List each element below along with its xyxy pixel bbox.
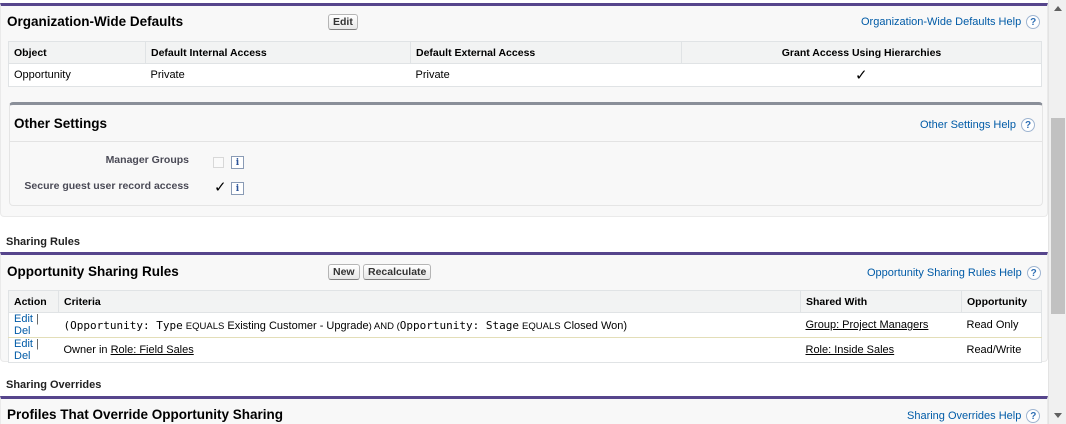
col-grant-access: Grant Access Using Hierarchies [681,41,1042,64]
main-content: Organization-Wide Defaults Edit Organiza… [0,0,1048,424]
cell-criteria: Owner in Role: Field Sales [59,338,801,363]
cell-shared-with: Role: Inside Sales [801,338,962,363]
separator: | [36,313,39,325]
criteria-field: Opportunity: Type [70,318,183,332]
sharing-overrides-section-label: Sharing Overrides [6,379,102,391]
table-header-row: Action Criteria Shared With Opportunity [8,290,1042,313]
org-defaults-title: Organization-Wide Defaults [7,14,184,29]
col-internal-access: Default Internal Access [145,41,411,64]
criteria-field: Opportunity: Stage [399,318,519,332]
org-defaults-edit-button[interactable]: Edit [328,14,358,30]
edit-link[interactable]: Edit [14,313,33,325]
other-settings-title: Other Settings [14,116,108,131]
cell-action: Edit | Del [9,338,59,363]
secure-guest-checkmark-icon: ✓ [214,179,227,196]
criteria-operator: EQUALS [522,320,561,332]
criteria-close-paren: ) [623,319,628,332]
chevron-up-icon [1054,6,1062,11]
cell-object: Opportunity [14,69,71,81]
cell-internal-access: Private [150,69,185,81]
criteria-value: Closed Won [563,319,624,332]
scroll-up-button[interactable] [1049,0,1066,17]
cell-external-access: Private [415,69,450,81]
shared-with-link[interactable]: Group: Project Managers [806,319,929,331]
vertical-scrollbar[interactable] [1048,0,1066,424]
other-settings-block: Other Settings Other Settings Help? Mana… [9,102,1043,206]
org-defaults-table: Object Default Internal Access Default E… [8,41,1042,87]
sharing-rules-section-label: Sharing Rules [6,236,80,248]
col-shared-with: Shared With [800,290,962,313]
cell-criteria: (Opportunity: Type EQUALS Existing Custo… [58,312,801,338]
cell-grant-access: ✓ [682,64,1042,87]
cell-action: Edit | Del [8,312,59,338]
help-icon[interactable]: ? [1021,118,1035,132]
help-icon[interactable]: ? [1026,266,1041,280]
sharing-rules-help-link[interactable]: Opportunity Sharing Rules Help? [867,266,1041,280]
sharing-rules-help-label[interactable]: Opportunity Sharing Rules Help [867,267,1022,279]
help-icon[interactable]: ? [1026,409,1041,423]
cell-shared-with: Group: Project Managers [800,312,962,338]
del-link[interactable]: Del [14,350,31,362]
criteria-prefix: Owner in [63,344,108,356]
recalculate-button[interactable]: Recalculate [363,264,432,280]
other-settings-help-label[interactable]: Other Settings Help [920,119,1016,131]
table-row: Edit | Del Owner in Role: Field Sales Ro… [9,338,1042,363]
table-row: Opportunity Private Private ✓ [9,64,1042,87]
shared-with-link[interactable]: Role: Inside Sales [806,344,895,356]
checkmark-icon: ✓ [854,67,868,84]
table-row: Edit | Del (Opportunity: Type EQUALS Exi… [8,312,1042,338]
overrides-help-link[interactable]: Sharing Overrides Help? [907,409,1041,423]
profiles-override-block: Profiles That Override Opportunity Shari… [0,396,1048,424]
sharing-rules-title: Opportunity Sharing Rules [7,264,179,279]
cell-access: Read/Write [966,344,1022,356]
col-action: Action [8,290,59,313]
overrides-help-label[interactable]: Sharing Overrides Help [907,410,1021,422]
divider [10,141,1042,142]
col-criteria: Criteria [58,290,801,313]
del-link[interactable]: Del [14,325,31,337]
table-header-row: Object Default Internal Access Default E… [8,41,1042,64]
org-defaults-block: Organization-Wide Defaults Edit Organiza… [0,3,1048,217]
help-icon[interactable]: ? [1026,15,1041,29]
secure-guest-info-icon[interactable]: i [231,182,244,195]
secure-guest-label: Secure guest user record access [24,180,189,192]
col-object: Object [8,41,146,64]
manager-groups-label: Manager Groups [105,154,189,166]
org-defaults-help-link[interactable]: Organization-Wide Defaults Help? [861,15,1041,29]
overrides-title: Profiles That Override Opportunity Shari… [7,407,284,422]
scroll-down-button[interactable] [1049,407,1066,424]
manager-groups-info-icon[interactable]: i [231,156,244,169]
cell-access: Read Only [961,312,1042,338]
role-link[interactable]: Role: Field Sales [111,344,194,356]
new-rule-button[interactable]: New [328,264,360,280]
separator: | [36,338,39,350]
criteria-value: Existing Customer - Upgrade [227,319,369,332]
opportunity-sharing-rules-block: Opportunity Sharing Rules New Recalculat… [0,252,1048,363]
org-defaults-help-label[interactable]: Organization-Wide Defaults Help [861,16,1021,28]
scrollbar-thumb[interactable] [1051,118,1065,314]
chevron-down-icon [1054,413,1062,418]
edit-link[interactable]: Edit [14,338,33,350]
other-settings-help-link[interactable]: Other Settings Help? [920,118,1035,132]
criteria-and: ) AND ( [368,320,400,332]
criteria-operator: EQUALS [185,320,225,332]
sharing-rules-table: Action Criteria Shared With Opportunity … [8,290,1042,363]
col-external-access: Default External Access [410,41,682,64]
col-opportunity-access: Opportunity [961,290,1042,313]
manager-groups-checkbox [213,157,224,168]
